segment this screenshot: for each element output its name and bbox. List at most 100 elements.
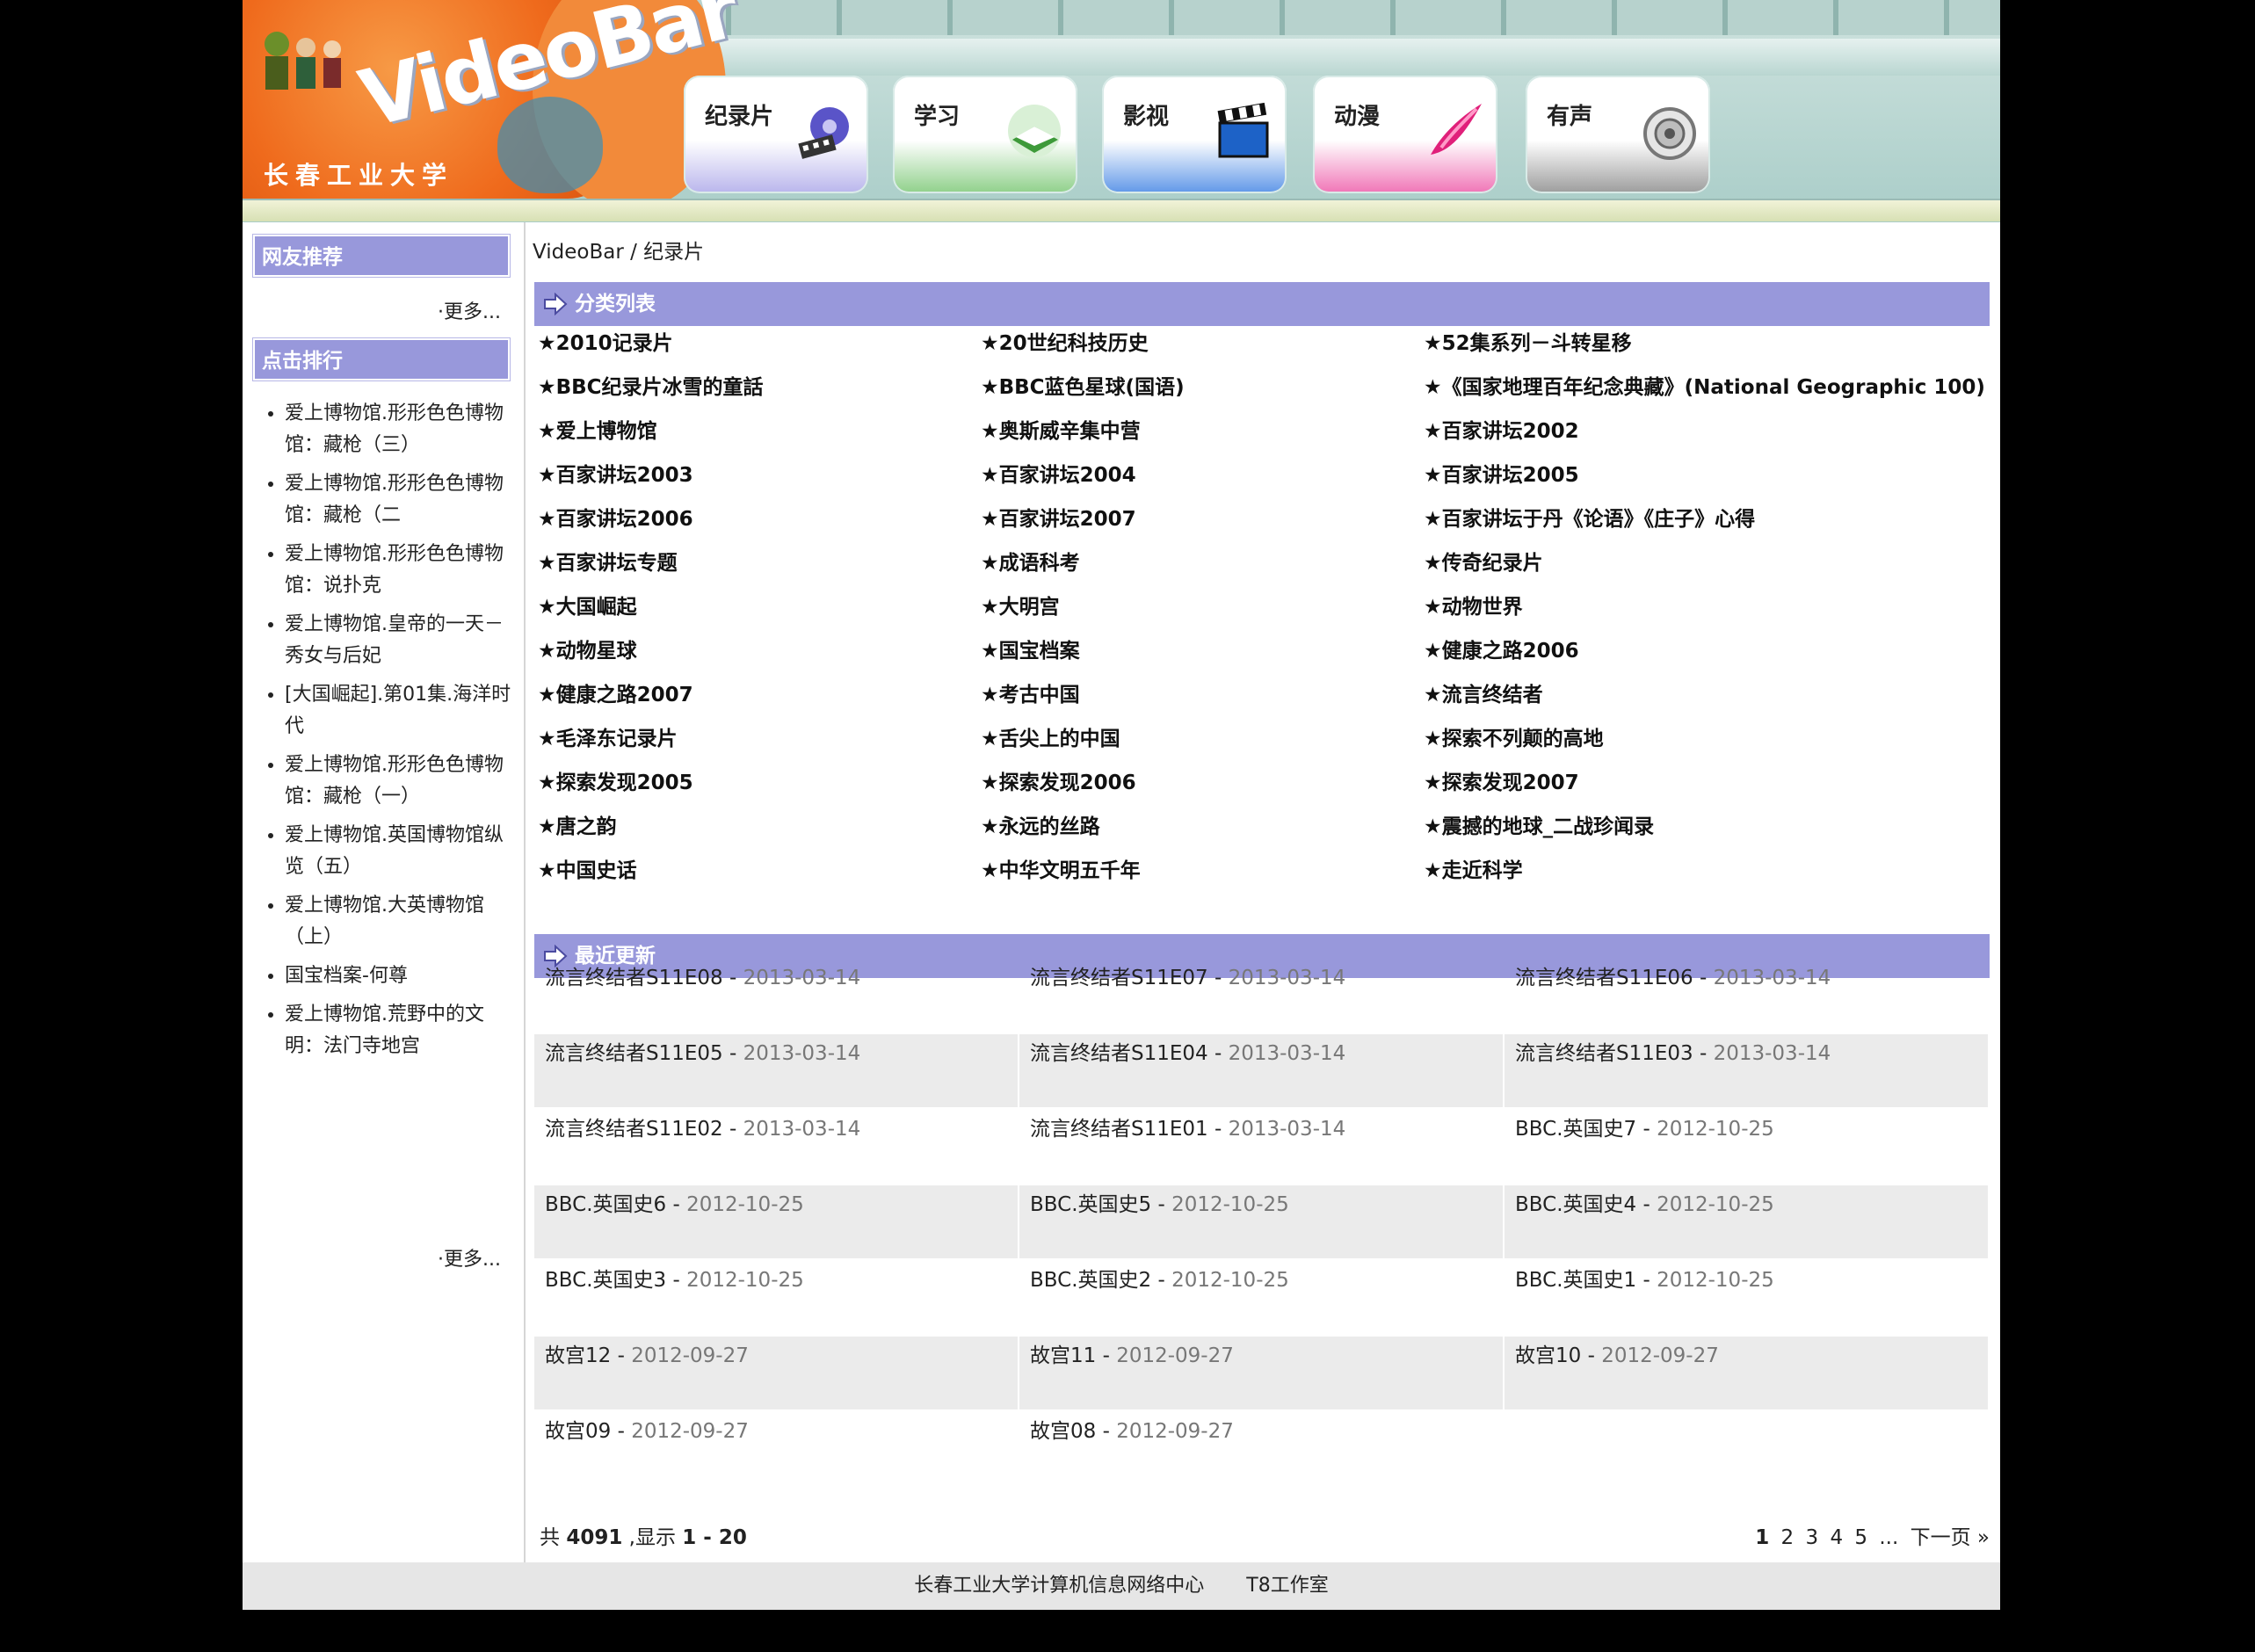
update-title-link[interactable]: BBC.英国史1: [1515, 1269, 1636, 1292]
category-link[interactable]: ★舌尖上的中国: [981, 721, 1120, 751]
category-link[interactable]: ★国宝档案: [981, 634, 1080, 663]
category-link[interactable]: ★百家讲坛2007: [981, 502, 1136, 532]
update-date: 2013-03-14: [1228, 1118, 1346, 1141]
recommend-more-link[interactable]: ·更多...: [438, 296, 501, 324]
rank-list-item[interactable]: 国宝档案-何尊: [285, 960, 522, 992]
rank-list-item[interactable]: 爱上博物馆.英国博物馆纵览（五）: [285, 820, 522, 883]
cartoon-characters-icon: [265, 32, 341, 90]
category-link[interactable]: ★BBC蓝色星球(国语): [981, 370, 1185, 400]
page-link[interactable]: 3: [1806, 1526, 1819, 1549]
nav-tab-study[interactable]: 学习: [893, 76, 1077, 193]
update-title-link[interactable]: BBC.英国史6: [545, 1193, 666, 1216]
category-link[interactable]: ★20世纪科技历史: [981, 326, 1149, 356]
category-link[interactable]: ★走近科学: [1424, 853, 1523, 883]
rank-list-item[interactable]: 爱上博物馆.皇帝的一天－秀女与后妃: [285, 609, 522, 672]
category-link[interactable]: ★唐之韵: [538, 809, 617, 839]
arrow-right-icon: [544, 293, 568, 315]
category-link[interactable]: ★探索发现2005: [538, 765, 693, 795]
update-title-link[interactable]: 故宫10: [1515, 1344, 1581, 1367]
category-link[interactable]: ★毛泽东记录片: [538, 721, 678, 751]
rank-more-link[interactable]: ·更多...: [438, 1243, 501, 1272]
breadcrumb-root-link[interactable]: VideoBar: [533, 241, 624, 264]
category-link[interactable]: ★百家讲坛于丹《论语》《庄子》心得: [1424, 502, 1755, 532]
nav-tab-documentary[interactable]: 纪录片: [684, 76, 868, 193]
update-title-link[interactable]: 故宫11: [1030, 1344, 1096, 1367]
category-link[interactable]: ★健康之路2007: [538, 677, 693, 707]
category-link[interactable]: ★流言终结者: [1424, 677, 1543, 707]
update-item: BBC.英国史2 - 2012-10-25: [1019, 1261, 1503, 1334]
update-separator: -: [1581, 1344, 1602, 1367]
category-link[interactable]: ★爱上博物馆: [538, 414, 657, 444]
category-link[interactable]: ★成语科考: [981, 546, 1080, 576]
category-link[interactable]: ★中华文明五千年: [981, 853, 1141, 883]
update-title-link[interactable]: BBC.英国史3: [545, 1269, 666, 1292]
logo-school-name: 长春工业大学: [264, 161, 454, 190]
next-page-link[interactable]: 下一页 »: [1911, 1526, 1990, 1549]
rank-list-item[interactable]: 爱上博物馆.形形色色博物馆：藏枪（一）: [285, 750, 522, 813]
update-separator: -: [666, 1193, 687, 1216]
category-link[interactable]: ★2010记录片: [538, 326, 673, 356]
update-title-link[interactable]: 故宫08: [1030, 1420, 1096, 1443]
category-link[interactable]: ★百家讲坛2003: [538, 458, 693, 488]
category-link[interactable]: ★百家讲坛2006: [538, 502, 693, 532]
category-link[interactable]: ★震撼的地球_二战珍闻录: [1424, 809, 1654, 839]
book-icon: [1008, 105, 1061, 157]
update-separator: -: [722, 1042, 743, 1065]
category-link[interactable]: ★中国史话: [538, 853, 637, 883]
page-link[interactable]: 2: [1781, 1526, 1795, 1549]
page-link-current[interactable]: 1: [1755, 1526, 1769, 1549]
category-link[interactable]: ★动物世界: [1424, 590, 1523, 620]
update-title-link[interactable]: 流言终结者S11E03: [1515, 1042, 1693, 1065]
rank-list-item[interactable]: 爱上博物馆.荒野中的文明：法门寺地宫: [285, 999, 522, 1062]
update-item: 故宫11 - 2012-09-27: [1019, 1337, 1503, 1409]
category-link[interactable]: ★百家讲坛专题: [538, 546, 678, 576]
category-link[interactable]: ★BBC纪录片冰雪的童話: [538, 370, 764, 400]
site-logo[interactable]: VideoBar 长春工业大学: [243, 0, 745, 211]
category-link[interactable]: ★《国家地理百年纪念典藏》(National Geographic 100): [1424, 370, 1985, 400]
update-title-link[interactable]: 流言终结者S11E07: [1030, 967, 1208, 989]
category-link[interactable]: ★52集系列－斗转星移: [1424, 326, 1632, 356]
category-link[interactable]: ★探索发现2006: [981, 765, 1136, 795]
rank-list-item[interactable]: 爱上博物馆.形形色色博物馆：说扑克: [285, 539, 522, 602]
page-ellipsis: ...: [1879, 1526, 1899, 1549]
update-title-link[interactable]: 故宫12: [545, 1344, 611, 1367]
category-link[interactable]: ★考古中国: [981, 677, 1080, 707]
update-title-link[interactable]: 流言终结者S11E05: [545, 1042, 723, 1065]
update-title-link[interactable]: 流言终结者S11E01: [1030, 1118, 1208, 1141]
rank-list-item[interactable]: 爱上博物馆.形形色色博物馆：藏枪（二: [285, 468, 522, 532]
update-title-link[interactable]: BBC.英国史2: [1030, 1269, 1151, 1292]
rank-list-item[interactable]: 爱上博物馆.形形色色博物馆：藏枪（三）: [285, 398, 522, 461]
page-link[interactable]: 4: [1830, 1526, 1843, 1549]
page-link[interactable]: 5: [1854, 1526, 1867, 1549]
nav-tab-film[interactable]: 影视: [1102, 76, 1287, 193]
category-link[interactable]: ★健康之路2006: [1424, 634, 1579, 663]
update-title-link[interactable]: BBC.英国史4: [1515, 1193, 1636, 1216]
speaker-icon: [1643, 107, 1696, 160]
category-link[interactable]: ★大国崛起: [538, 590, 637, 620]
category-link[interactable]: ★百家讲坛2002: [1424, 414, 1579, 444]
category-link[interactable]: ★大明宫: [981, 590, 1060, 620]
update-title-link[interactable]: 故宫09: [545, 1420, 611, 1443]
update-title-link[interactable]: BBC.英国史7: [1515, 1118, 1636, 1141]
update-item: 故宫12 - 2012-09-27: [534, 1337, 1018, 1409]
category-link[interactable]: ★百家讲坛2004: [981, 458, 1136, 488]
category-link[interactable]: ★探索不列颠的高地: [1424, 721, 1604, 751]
category-link[interactable]: ★永远的丝路: [981, 809, 1100, 839]
update-title-link[interactable]: 流言终结者S11E04: [1030, 1042, 1208, 1065]
rank-list-item[interactable]: 爱上博物馆.大英博物馆（上）: [285, 890, 522, 953]
nav-tab-animation[interactable]: 动漫: [1313, 76, 1497, 193]
nav-tab-audio[interactable]: 有声: [1526, 76, 1710, 193]
update-title-link[interactable]: BBC.英国史5: [1030, 1193, 1151, 1216]
category-link[interactable]: ★探索发现2007: [1424, 765, 1579, 795]
update-title-link[interactable]: 流言终结者S11E08: [545, 967, 723, 989]
category-link[interactable]: ★传奇纪录片: [1424, 546, 1543, 576]
category-link[interactable]: ★百家讲坛2005: [1424, 458, 1579, 488]
update-separator: -: [722, 1118, 743, 1141]
update-title-link[interactable]: 流言终结者S11E06: [1515, 967, 1693, 989]
rank-list-item[interactable]: [大国崛起].第01集.海洋时代: [285, 679, 522, 743]
category-link[interactable]: ★动物星球: [538, 634, 637, 663]
update-title-link[interactable]: 流言终结者S11E02: [545, 1118, 723, 1141]
update-item: 故宫10 - 2012-09-27: [1505, 1337, 1988, 1409]
category-link[interactable]: ★奥斯威辛集中营: [981, 414, 1141, 444]
breadcrumb-current: 纪录片: [643, 241, 705, 264]
